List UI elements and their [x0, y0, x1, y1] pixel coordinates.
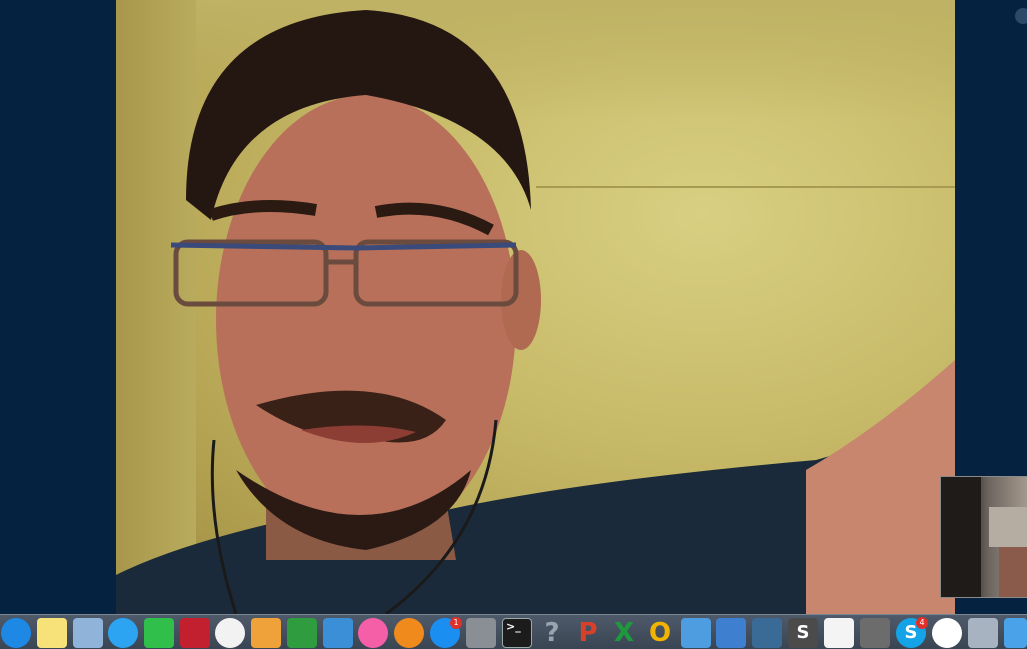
self-view-video[interactable] [940, 476, 1027, 598]
keynote-icon[interactable] [323, 618, 353, 648]
notes-icon[interactable] [37, 618, 67, 648]
powerpoint-icon[interactable]: P [573, 618, 603, 648]
sublime-text-icon[interactable]: S [788, 618, 818, 648]
downloads-icon[interactable] [681, 618, 711, 648]
preview-icon[interactable] [73, 618, 103, 648]
self-view-participant [999, 547, 1027, 597]
app-store-badge: 1 [450, 617, 462, 629]
outlook-icon[interactable]: O [645, 618, 675, 648]
self-view-background-left [941, 477, 981, 597]
image-capture-icon[interactable] [968, 618, 998, 648]
remote-participant [116, 10, 955, 614]
excel-icon[interactable]: X [609, 618, 639, 648]
ibooks-icon[interactable] [394, 618, 424, 648]
downloads-folder-icon[interactable] [1004, 618, 1027, 648]
xcode-icon[interactable] [716, 618, 746, 648]
postgres-icon[interactable] [752, 618, 782, 648]
chrome-icon[interactable] [932, 618, 962, 648]
terminal-icon[interactable]: >_ [502, 618, 532, 648]
pages-icon[interactable] [251, 618, 281, 648]
facetime-icon[interactable] [144, 618, 174, 648]
photos-icon[interactable] [215, 618, 245, 648]
skype-badge: 4 [916, 617, 928, 629]
unknown-app-icon[interactable]: ? [537, 618, 567, 648]
system-preferences-icon[interactable] [466, 618, 496, 648]
remote-video-feed [116, 0, 955, 614]
safari-icon[interactable] [1, 618, 31, 648]
textedit-icon[interactable] [824, 618, 854, 648]
window-control-icon[interactable] [1013, 6, 1027, 26]
calculator-icon[interactable] [860, 618, 890, 648]
numbers-icon[interactable] [287, 618, 317, 648]
itunes-icon[interactable] [358, 618, 388, 648]
messages-icon[interactable] [108, 618, 138, 648]
photo-booth-icon[interactable] [180, 618, 210, 648]
self-view-background-right [989, 507, 1027, 547]
